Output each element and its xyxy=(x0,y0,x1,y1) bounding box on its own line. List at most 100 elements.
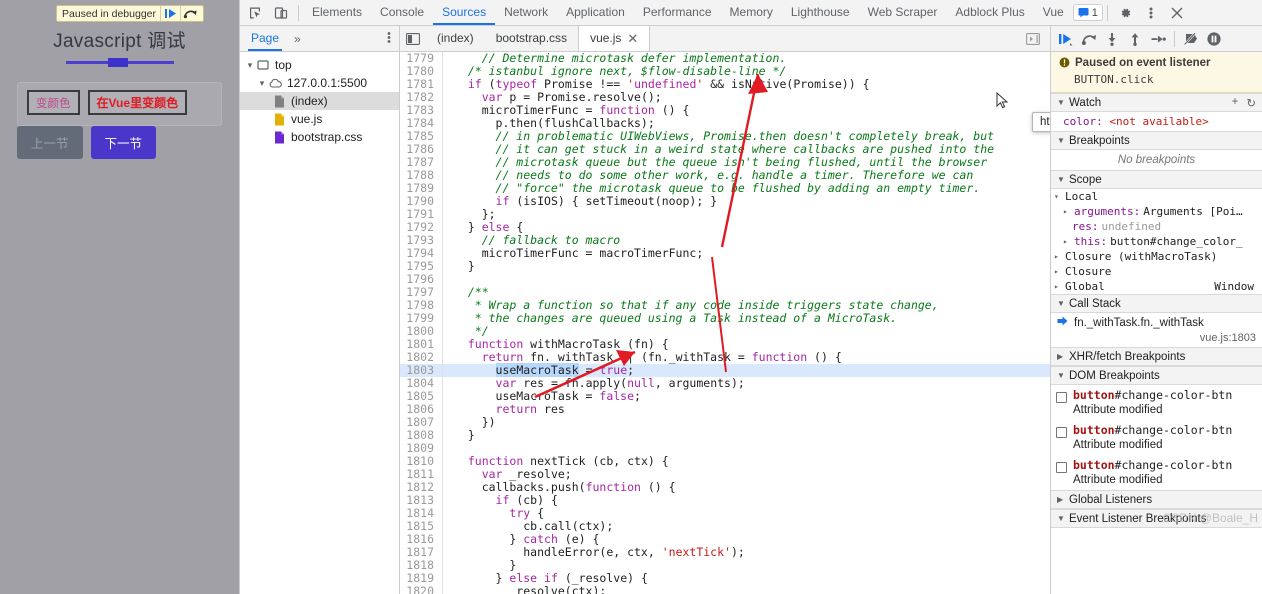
twisty-down-icon[interactable]: ▼ xyxy=(1057,98,1065,107)
navigator-overflow-icon[interactable]: » xyxy=(294,32,301,46)
close-tab-icon[interactable]: ✕ xyxy=(627,26,638,51)
dom-breakpoint-checkbox[interactable] xyxy=(1056,427,1067,438)
scope-entry-arguments[interactable]: ▸ arguments: Arguments [Poi… xyxy=(1051,204,1262,219)
scope-entry-this[interactable]: ▸ this: button#change_color_ xyxy=(1051,234,1262,249)
deactivate-breakpoints-icon[interactable] xyxy=(1180,28,1202,50)
step-into-next-function-call-icon[interactable] xyxy=(1101,28,1123,50)
line-content[interactable]: } xyxy=(442,260,1050,273)
section-header-scope[interactable]: ▼ Scope xyxy=(1051,170,1262,189)
line-content[interactable]: return res xyxy=(442,403,1050,416)
tab-application[interactable]: Application xyxy=(557,0,634,25)
tree-item-bootstrapcss[interactable]: bootstrap.css xyxy=(240,128,399,146)
twisty-down-icon[interactable]: ▼ xyxy=(1057,136,1065,145)
code-line[interactable]: 1799 * the changes are queued using a Ta… xyxy=(400,312,1050,325)
twisty-icon[interactable]: ▾ xyxy=(256,78,268,89)
line-content[interactable]: }) xyxy=(442,416,1050,429)
tree-item-host[interactable]: ▾ 127.0.0.1:5500 xyxy=(240,74,399,92)
inspect-element-icon[interactable] xyxy=(242,1,268,25)
gear-icon[interactable] xyxy=(1112,1,1138,25)
next-section-button[interactable]: 下一节 xyxy=(90,126,157,159)
step-over-next-function-call-icon[interactable] xyxy=(1078,28,1100,50)
tab-adblock-plus[interactable]: Adblock Plus xyxy=(946,0,1033,25)
line-content[interactable]: microTimerFunc = macroTimerFunc; xyxy=(442,247,1050,260)
show-navigator-icon[interactable] xyxy=(400,27,426,51)
scope-entry-closure-withmacrotask[interactable]: ▸ Closure (withMacroTask) xyxy=(1051,249,1262,264)
source-tab-bootstrap-css[interactable]: bootstrap.css xyxy=(485,26,578,51)
line-content[interactable]: if (isIOS) { setTimeout(noop); } xyxy=(442,195,1050,208)
prev-section-button[interactable]: 上一节 xyxy=(17,126,83,159)
range-slider[interactable] xyxy=(66,57,174,69)
twisty-right-icon[interactable]: ▸ xyxy=(1063,207,1071,216)
add-watch-expression-icon[interactable]: + xyxy=(1232,96,1239,110)
tab-network[interactable]: Network xyxy=(495,0,557,25)
source-tab-index[interactable]: (index) xyxy=(426,26,485,51)
tab-elements[interactable]: Elements xyxy=(303,0,371,25)
twisty-right-icon[interactable]: ▶ xyxy=(1057,495,1065,504)
section-header-xhr-breakpoints[interactable]: ▶ XHR/fetch Breakpoints xyxy=(1051,347,1262,366)
twisty-down-icon[interactable]: ▼ xyxy=(1057,299,1065,308)
tab-console[interactable]: Console xyxy=(371,0,433,25)
watch-item[interactable]: color: <not available> xyxy=(1051,112,1262,131)
tab-lighthouse[interactable]: Lighthouse xyxy=(782,0,859,25)
navigator-more-icon[interactable] xyxy=(387,31,391,47)
twisty-icon[interactable]: ▾ xyxy=(244,60,256,71)
code-line[interactable]: 1794 microTimerFunc = macroTimerFunc; xyxy=(400,247,1050,260)
pause-on-exceptions-icon[interactable] xyxy=(1203,28,1225,50)
line-content[interactable]: }; xyxy=(442,208,1050,221)
section-header-event-listener-breakpoints[interactable]: ▼ Event Listener Breakpoints CSDN @Boale… xyxy=(1051,509,1262,528)
twisty-right-icon[interactable]: ▸ xyxy=(1054,252,1062,261)
call-stack-frame[interactable]: fn._withTask.fn._withTask xyxy=(1051,313,1262,332)
refresh-icon[interactable]: ↻ xyxy=(1246,96,1256,110)
source-tab-vue-js[interactable]: vue.js ✕ xyxy=(578,26,651,51)
tab-sources[interactable]: Sources xyxy=(433,0,495,25)
section-header-call-stack[interactable]: ▼ Call Stack xyxy=(1051,294,1262,313)
code-line[interactable]: 1806 return res xyxy=(400,403,1050,416)
navigator-tab-page[interactable]: Page xyxy=(248,26,282,51)
scope-entry-res[interactable]: res: undefined xyxy=(1051,219,1262,234)
device-toolbar-icon[interactable] xyxy=(268,1,294,25)
tab-performance[interactable]: Performance xyxy=(634,0,721,25)
line-content[interactable] xyxy=(442,273,1050,286)
twisty-down-icon[interactable]: ▼ xyxy=(1057,514,1065,523)
tab-memory[interactable]: Memory xyxy=(721,0,782,25)
change-color-vue-button[interactable]: 在Vue里变颜色 xyxy=(87,90,188,115)
code-line[interactable]: 1796 xyxy=(400,273,1050,286)
twisty-down-icon[interactable]: ▾ xyxy=(1054,192,1062,201)
dom-breakpoint-checkbox[interactable] xyxy=(1056,462,1067,473)
dom-breakpoint-checkbox[interactable] xyxy=(1056,392,1067,403)
section-header-watch[interactable]: ▼ Watch + ↻ xyxy=(1051,93,1262,112)
line-content[interactable]: } xyxy=(442,429,1050,442)
code-line[interactable]: 1820 _resolve(ctx); xyxy=(400,585,1050,594)
step-over-icon[interactable] xyxy=(181,6,200,21)
message-count-badge[interactable]: 1 xyxy=(1072,4,1103,21)
code-line[interactable]: 1808 } xyxy=(400,429,1050,442)
step-out-of-current-function-icon[interactable] xyxy=(1124,28,1146,50)
line-number[interactable]: 1820 xyxy=(400,585,442,594)
code-line[interactable]: 1795 } xyxy=(400,260,1050,273)
tree-item-vuejs[interactable]: vue.js xyxy=(240,110,399,128)
dom-breakpoint-item[interactable]: button#change-color-btn Attribute modifi… xyxy=(1051,455,1262,490)
resume-icon[interactable] xyxy=(161,6,180,21)
section-header-dom-breakpoints[interactable]: ▼ DOM Breakpoints xyxy=(1051,366,1262,385)
scope-entry-global[interactable]: ▸ Global Window xyxy=(1051,279,1262,294)
dom-breakpoint-item[interactable]: button#change-color-btn Attribute modifi… xyxy=(1051,385,1262,420)
twisty-down-icon[interactable]: ▼ xyxy=(1057,175,1065,184)
step-icon[interactable] xyxy=(1147,28,1169,50)
resume-script-execution-icon[interactable] xyxy=(1055,28,1077,50)
dom-breakpoint-item[interactable]: button#change-color-btn Attribute modifi… xyxy=(1051,420,1262,455)
code-line[interactable]: 1790 if (isIOS) { setTimeout(noop); } xyxy=(400,195,1050,208)
change-color-button[interactable]: 变颜色 xyxy=(27,90,80,115)
twisty-right-icon[interactable]: ▸ xyxy=(1054,267,1062,276)
line-content[interactable]: * the changes are queued using a Task in… xyxy=(442,312,1050,325)
show-console-drawer-icon[interactable] xyxy=(1020,27,1046,51)
twisty-right-icon[interactable]: ▸ xyxy=(1063,237,1071,246)
section-header-global-listeners[interactable]: ▶ Global Listeners xyxy=(1051,490,1262,509)
twisty-down-icon[interactable]: ▼ xyxy=(1057,371,1065,380)
section-header-breakpoints[interactable]: ▼ Breakpoints xyxy=(1051,131,1262,150)
code-viewer[interactable]: 1779 // Determine microtask defer implem… xyxy=(400,52,1050,594)
tab-vue[interactable]: Vue xyxy=(1034,0,1073,25)
close-icon[interactable] xyxy=(1164,1,1190,25)
tree-item-top[interactable]: ▾ top xyxy=(240,56,399,74)
twisty-right-icon[interactable]: ▶ xyxy=(1057,352,1065,361)
line-content[interactable]: _resolve(ctx); xyxy=(442,585,1050,594)
